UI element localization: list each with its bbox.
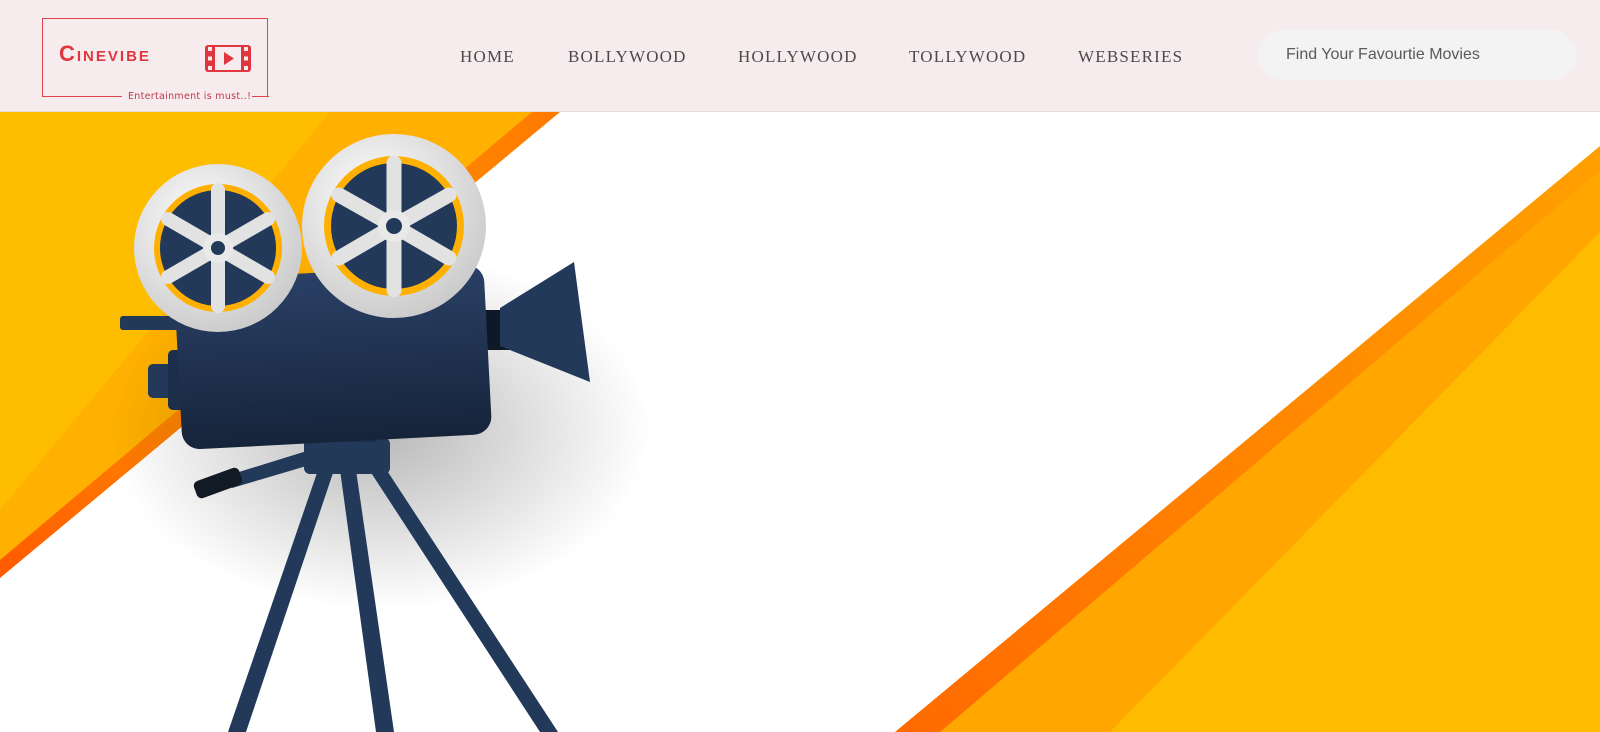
brand-name: Cinevibe (59, 41, 151, 66)
brand-logo[interactable]: Cinevibe Entertainment is must..! (41, 18, 269, 102)
nav-tollywood[interactable]: TOLLYWOOD (909, 47, 1026, 67)
film-reel-icon (302, 134, 486, 318)
hero-banner (0, 112, 1600, 732)
film-reel-icon (134, 164, 302, 332)
nav-webseries[interactable]: WEBSERIES (1078, 47, 1183, 67)
film-strip-play-icon (205, 45, 251, 72)
site-header: Cinevibe Entertainment is must..! HOME B… (0, 0, 1600, 112)
nav-home[interactable]: HOME (460, 47, 515, 67)
nav-hollywood[interactable]: HOLLYWOOD (738, 47, 858, 67)
nav-bollywood[interactable]: BOLLYWOOD (568, 47, 687, 67)
brand-tagline: Entertainment is must..! (127, 91, 253, 102)
logo-frame-line (41, 95, 122, 97)
search-input[interactable] (1258, 30, 1576, 80)
